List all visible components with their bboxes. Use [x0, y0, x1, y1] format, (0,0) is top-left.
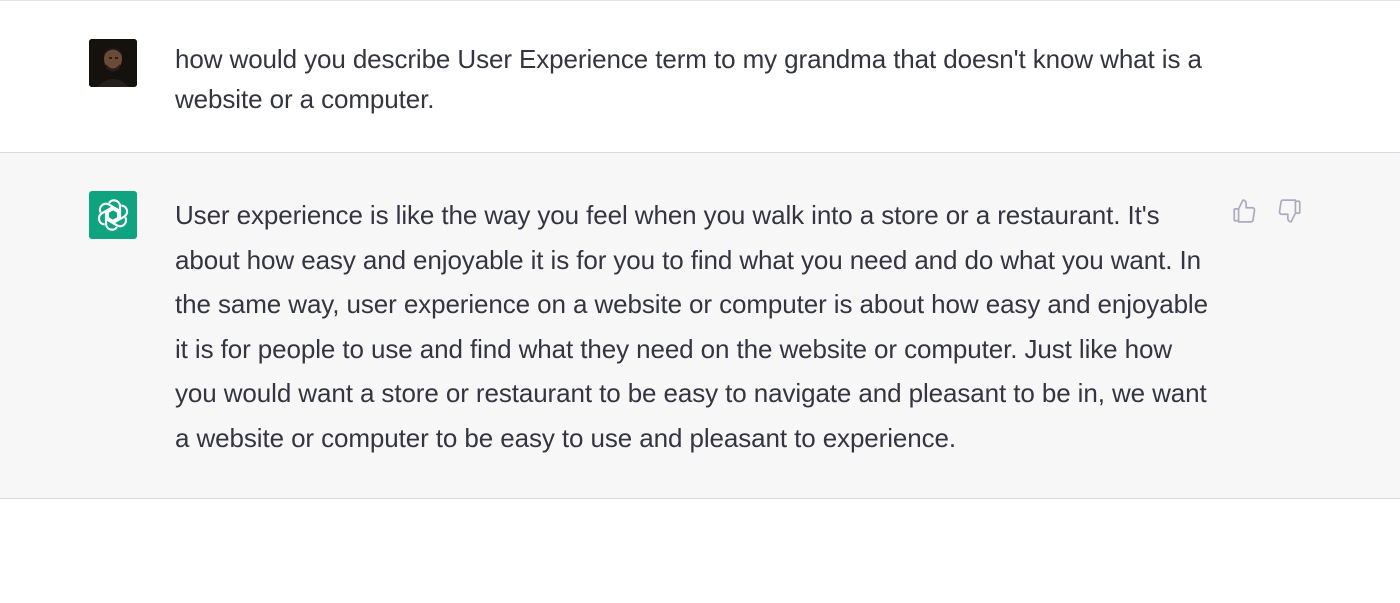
assistant-message-row: User experience is like the way you feel… [0, 153, 1400, 499]
empty-bottom-area [0, 499, 1400, 603]
feedback-buttons [1230, 197, 1304, 225]
user-photo-avatar-icon [89, 39, 137, 87]
assistant-message-text: User experience is like the way you feel… [175, 200, 1208, 453]
openai-logo-icon [97, 199, 129, 231]
assistant-avatar [89, 191, 137, 239]
conversation-thread: how would you describe User Experience t… [0, 0, 1400, 603]
user-avatar [89, 39, 137, 87]
thumbs-down-icon [1278, 199, 1301, 223]
user-message-row: how would you describe User Experience t… [0, 0, 1400, 153]
thumbs-down-button[interactable] [1276, 197, 1304, 225]
thumbs-up-icon [1233, 199, 1256, 223]
user-message-text: how would you describe User Experience t… [175, 44, 1202, 114]
thumbs-up-button[interactable] [1230, 197, 1258, 225]
